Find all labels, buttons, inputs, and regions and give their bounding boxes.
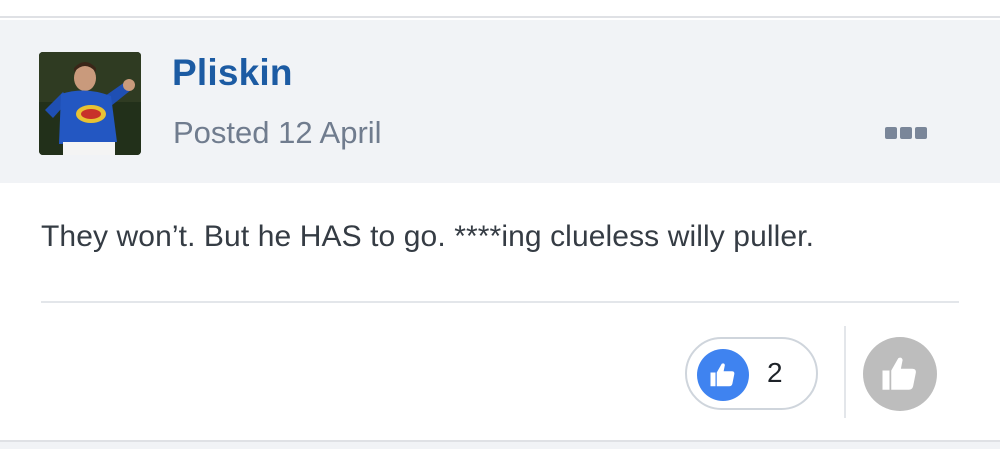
reaction-separator [844, 326, 846, 418]
thumbs-up-icon [882, 357, 916, 390]
divider [41, 301, 959, 303]
post-header: Pliskin Posted 12 April [0, 20, 1000, 183]
post-content: They won’t. But he HAS to go. ****ing cl… [41, 220, 815, 253]
posted-label: Posted [173, 115, 270, 150]
like-count: 2 [767, 357, 783, 388]
react-button[interactable] [863, 337, 937, 411]
previous-post-edge [0, 0, 1000, 18]
author-name[interactable]: Pliskin [172, 52, 293, 94]
more-options-icon[interactable] [885, 123, 931, 143]
post-timestamp: Posted 12 April [173, 115, 382, 151]
thumbs-up-icon [697, 349, 749, 401]
posted-date[interactable]: 12 April [278, 115, 381, 150]
reaction-count-button[interactable]: 2 [685, 337, 818, 410]
next-post-edge [0, 440, 1000, 449]
avatar-photo-icon [39, 52, 141, 155]
avatar[interactable] [39, 52, 141, 155]
